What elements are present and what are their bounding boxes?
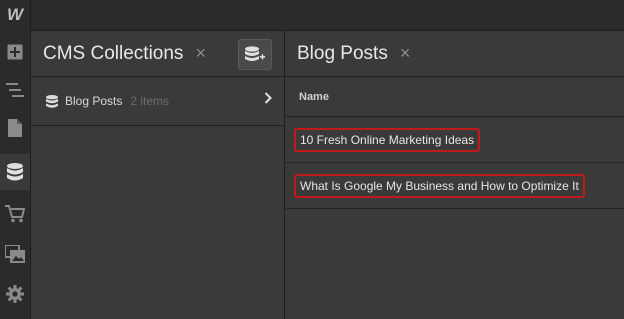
add-panel-button[interactable] (0, 34, 30, 70)
assets-button[interactable] (0, 236, 30, 272)
logo-text: W (6, 5, 24, 24)
add-icon (7, 44, 23, 60)
chevron-right-icon (264, 92, 272, 104)
add-database-icon (245, 46, 265, 61)
post-title: 10 Fresh Online Marketing Ideas (294, 127, 481, 152)
posts-panel-title: Blog Posts (297, 42, 388, 64)
webflow-logo[interactable]: W (0, 0, 30, 30)
pages-icon (8, 119, 22, 137)
collections-panel-title: CMS Collections (43, 42, 184, 64)
navigator-button[interactable] (0, 72, 30, 108)
column-header-name[interactable]: Name (285, 77, 624, 117)
column-header-label: Name (299, 90, 329, 103)
top-toolbar (31, 0, 624, 31)
posts-panel-header: Blog Posts × (285, 31, 624, 77)
post-title: What Is Google My Business and How to Op… (294, 173, 585, 198)
close-collections-button[interactable]: × (195, 43, 206, 64)
settings-gear-icon (6, 285, 24, 303)
ecommerce-cart-icon (5, 205, 25, 223)
ecommerce-button[interactable] (0, 196, 30, 232)
pages-button[interactable] (0, 110, 30, 146)
table-row[interactable]: What Is Google My Business and How to Op… (285, 163, 624, 209)
close-posts-button[interactable]: × (400, 43, 411, 64)
navigator-icon (6, 83, 24, 97)
collections-panel-header: CMS Collections × (31, 31, 284, 77)
collection-item-blog-posts[interactable]: Blog Posts 2 items (31, 77, 284, 126)
left-sidebar: W (0, 0, 31, 319)
database-icon (7, 163, 23, 181)
blog-posts-panel: Blog Posts × Name 10 Fresh Online Market… (285, 31, 624, 319)
collection-count: 2 items (130, 94, 170, 108)
add-collection-button[interactable] (238, 39, 272, 70)
collection-name: Blog Posts (65, 94, 123, 108)
assets-icon (5, 245, 25, 263)
table-row[interactable]: 10 Fresh Online Marketing Ideas (285, 117, 624, 163)
database-icon (46, 94, 58, 108)
cms-collections-panel: CMS Collections × Blog Posts 2 items (31, 31, 285, 319)
settings-button[interactable] (0, 276, 30, 312)
cms-button[interactable] (0, 154, 30, 190)
